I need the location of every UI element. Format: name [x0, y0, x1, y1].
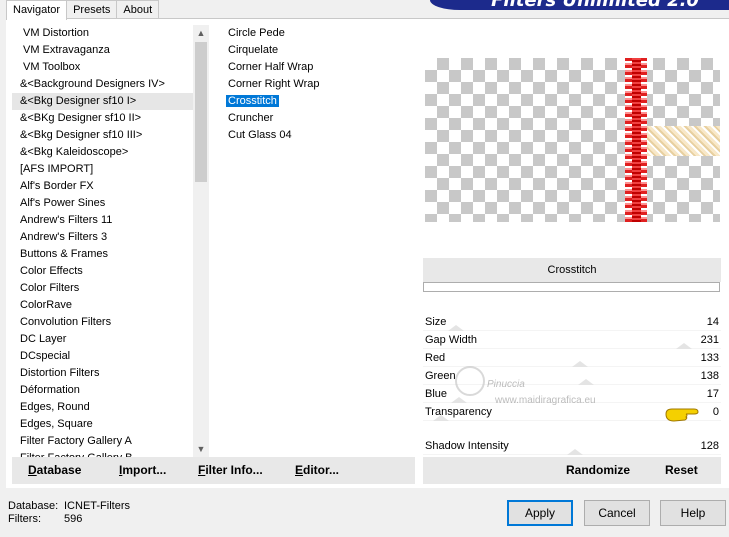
category-item[interactable]: Color Effects	[12, 263, 207, 280]
filter-item-label: Cirquelate	[228, 44, 279, 56]
filter-item[interactable]: Corner Right Wrap	[220, 76, 415, 93]
param-label: Gap Width	[425, 334, 477, 346]
category-item[interactable]: DC Layer	[12, 331, 207, 348]
preview-image[interactable]	[425, 58, 720, 222]
footer-info: Database: ICNET-Filters Filters: 596	[8, 500, 130, 526]
scroll-down-icon[interactable]: ▼	[193, 441, 209, 457]
param-slider[interactable]: Shadow Intensity 128	[423, 437, 721, 455]
param-gap	[423, 421, 721, 437]
database-value: ICNET-Filters	[64, 500, 130, 512]
watermark-line1: Pinuccia	[487, 379, 525, 390]
category-item[interactable]: Andrew's Filters 3	[12, 229, 207, 246]
category-item[interactable]: &<Bkg Kaleidoscope>	[12, 144, 207, 161]
filter-name-label: Crosstitch	[423, 258, 721, 282]
param-label: Size	[425, 316, 447, 328]
tab-presets[interactable]: Presets	[66, 0, 118, 19]
editor-button[interactable]: Editor...	[295, 457, 339, 484]
filters-count-value: 596	[64, 513, 83, 525]
category-item[interactable]: Andrew's Filters 11	[12, 212, 207, 229]
category-item[interactable]: &<Bkg Designer sf10 I>	[12, 93, 207, 110]
import-button[interactable]: Import...	[119, 457, 166, 484]
cancel-button[interactable]: Cancel	[584, 500, 650, 526]
apply-button[interactable]: Apply	[507, 500, 573, 526]
category-item[interactable]: Edges, Square	[12, 416, 207, 433]
category-scrollbar[interactable]: ▲ ▼	[193, 25, 209, 457]
param-label: Green	[425, 370, 456, 382]
filter-item[interactable]: Circle Pede	[220, 25, 415, 42]
action-bar-left: Database Import... Filter Info... Editor…	[12, 457, 415, 484]
category-item[interactable]: VM Distortion	[12, 25, 207, 42]
filter-item-label: Circle Pede	[228, 27, 285, 39]
filter-item-label: Cut Glass 04	[228, 129, 292, 141]
filter-info-button[interactable]: Filter Info...	[198, 457, 263, 484]
tab-strip: Navigator Presets About	[6, 0, 160, 20]
watermark: Pinuccia www.maidiragrafica.eu	[455, 362, 685, 412]
filter-item-label: Corner Right Wrap	[228, 78, 320, 90]
slider-thumb[interactable]	[567, 449, 583, 455]
preview-stripe-core	[632, 58, 641, 222]
scroll-up-icon[interactable]: ▲	[193, 25, 209, 41]
category-item[interactable]: Alf's Power Sines	[12, 195, 207, 212]
category-item[interactable]: Filter Factory Gallery A	[12, 433, 207, 450]
category-item[interactable]: Distortion Filters	[12, 365, 207, 382]
category-item[interactable]: Déformation	[12, 382, 207, 399]
category-item[interactable]: Color Filters	[12, 280, 207, 297]
category-list[interactable]: VM Distortion VM Extravaganza VM Toolbox &<…	[12, 25, 207, 457]
category-item[interactable]: VM Toolbox	[12, 59, 207, 76]
category-item[interactable]: VM Extravaganza	[12, 42, 207, 59]
filters-count-label: Filters:	[8, 513, 41, 525]
param-value: 14	[706, 316, 719, 328]
banner-text: Filters Unlimited 2.0	[491, 0, 699, 10]
category-item[interactable]: &<Bkg Designer sf10 III>	[12, 127, 207, 144]
param-label: Shadow Intensity	[425, 440, 509, 452]
category-item[interactable]: Alf's Border FX	[12, 178, 207, 195]
action-bar-right: Randomize Reset	[423, 457, 721, 484]
param-value: 138	[700, 370, 719, 382]
reset-button[interactable]: Reset	[665, 457, 698, 484]
help-button[interactable]: Help	[660, 500, 726, 526]
category-item[interactable]: &<Background Designers IV>	[12, 76, 207, 93]
database-button[interactable]: Database	[28, 457, 81, 484]
title-banner: Filters Unlimited 2.0	[430, 0, 729, 10]
param-value: 0	[712, 406, 719, 418]
tab-navigator[interactable]: Navigator	[6, 0, 68, 20]
filter-item[interactable]: Cirquelate	[220, 42, 415, 59]
category-item[interactable]: Buttons & Frames	[12, 246, 207, 263]
category-item[interactable]: DCspecial	[12, 348, 207, 365]
filter-list[interactable]: Circle Pede Cirquelate Corner Half Wrap Cor…	[220, 25, 415, 457]
category-item[interactable]: &<BKg Designer sf10 II>	[12, 110, 207, 127]
database-label: Database:	[8, 500, 59, 512]
pointing-hand-icon	[665, 408, 699, 422]
category-item[interactable]: [AFS IMPORT]	[12, 161, 207, 178]
category-item[interactable]: Edges, Round	[12, 399, 207, 416]
tab-about[interactable]: About	[116, 0, 160, 19]
category-item[interactable]: Convolution Filters	[12, 314, 207, 331]
filter-item[interactable]: Crosstitch	[220, 93, 415, 110]
param-label: Blue	[425, 388, 448, 400]
param-slider[interactable]: Size 14	[423, 313, 721, 331]
category-item[interactable]: Filter Factory Gallery B	[12, 450, 207, 457]
filter-item-label: Cruncher	[228, 112, 274, 124]
param-value: 128	[700, 440, 719, 452]
param-value: 17	[706, 388, 719, 400]
filter-item[interactable]: Cut Glass 04	[220, 127, 415, 144]
watermark-line2: www.maidiragrafica.eu	[495, 395, 596, 406]
filter-item[interactable]: Cruncher	[220, 110, 415, 127]
filter-item-label: Corner Half Wrap	[228, 61, 314, 73]
param-value: 133	[700, 352, 719, 364]
filter-item[interactable]: Corner Half Wrap	[220, 59, 415, 76]
filter-item-label: Crosstitch	[226, 95, 279, 107]
progress-bar	[423, 282, 720, 292]
scroll-thumb[interactable]	[195, 42, 207, 182]
param-value: 231	[700, 334, 719, 346]
param-label: Red	[425, 352, 446, 364]
randomize-button[interactable]: Randomize	[566, 457, 630, 484]
watermark-logo-icon	[455, 366, 485, 396]
category-item[interactable]: ColorRave	[12, 297, 207, 314]
preview-stripe-horizontal	[647, 126, 720, 156]
param-slider[interactable]: Gap Width 231	[423, 331, 721, 349]
